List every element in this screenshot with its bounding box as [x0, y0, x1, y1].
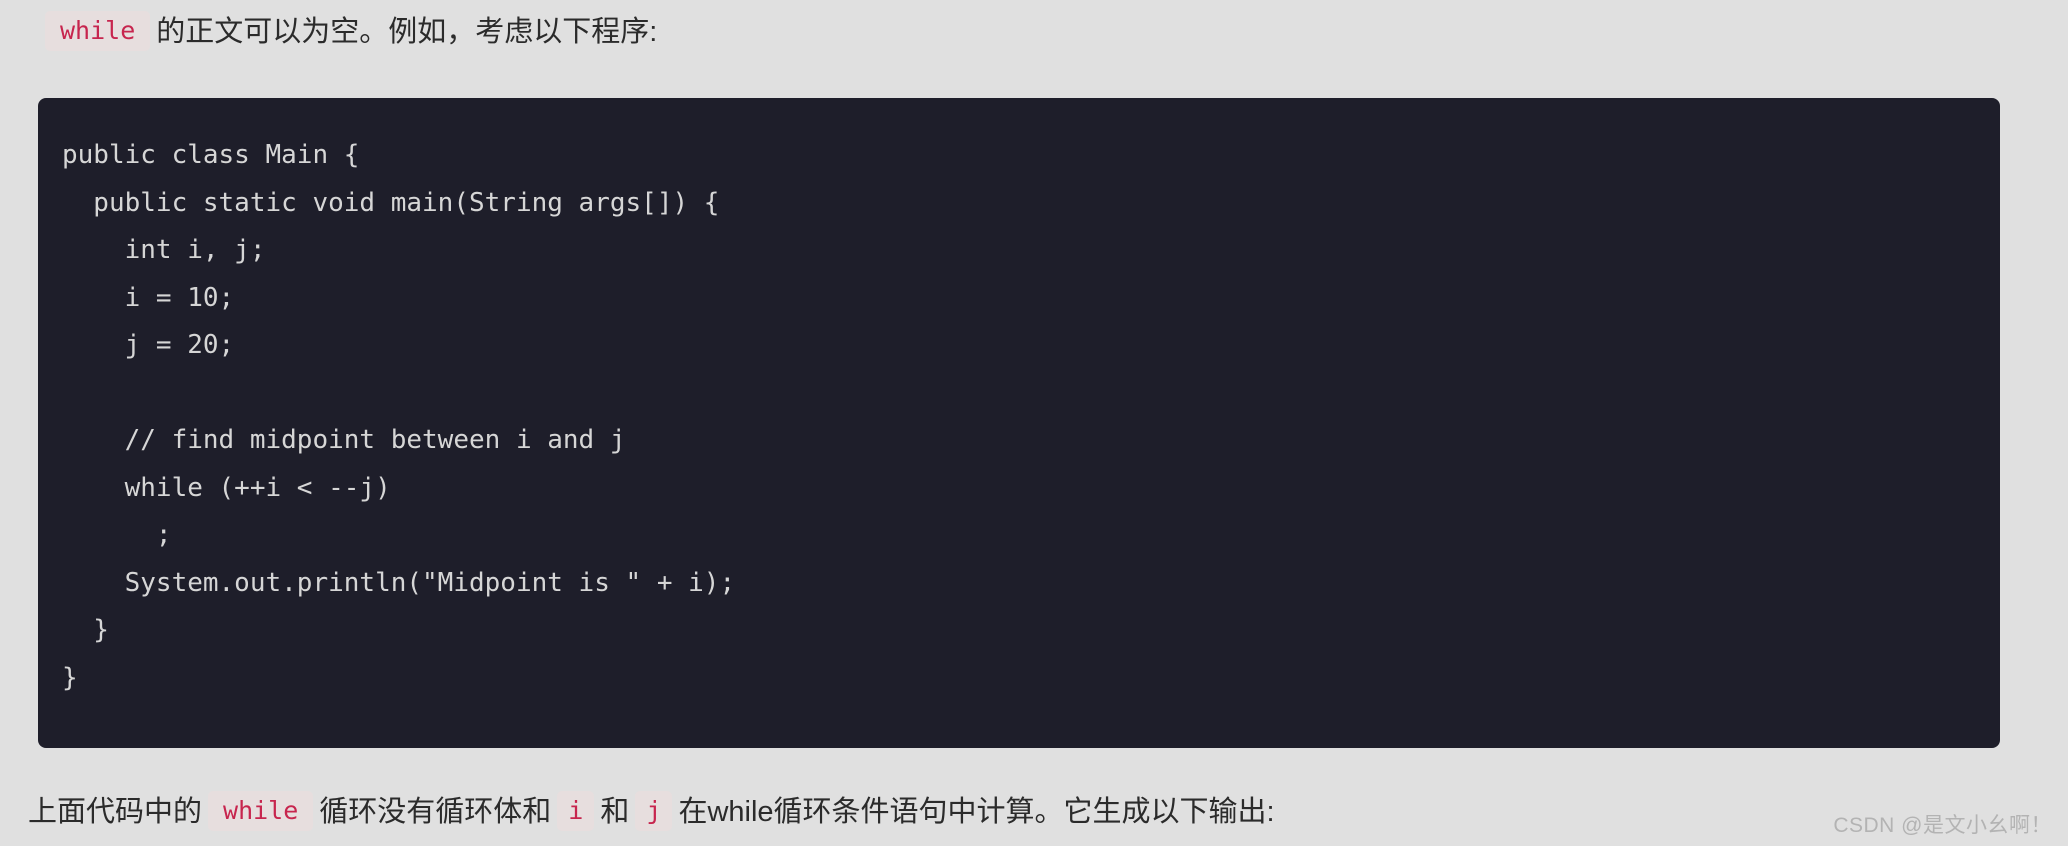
inline-code-i: i [557, 791, 595, 831]
inline-code-j: j [635, 791, 673, 831]
outro-text-segment-3: 和 [600, 796, 630, 828]
csdn-watermark: CSDN @是文小幺啊！ [1833, 814, 2052, 837]
intro-paragraph-text: 的正文可以为空。例如，考虑以下程序: [156, 16, 658, 48]
code-content: public class Main { public static void m… [62, 140, 736, 693]
outro-text-segment-1: 上面代码中的 [28, 796, 203, 828]
intro-paragraph: while 的正文可以为空。例如，考虑以下程序: [39, 11, 657, 53]
outro-text-segment-4: 在while循环条件语句中计算。它生成以下输出: [678, 796, 1275, 828]
outro-paragraph: 上面代码中的 while 循环没有循环体和 i 和 j 在while循环条件语句中计算。它生… [28, 791, 1275, 833]
inline-code-while-intro: while [45, 11, 151, 51]
inline-code-while-outro: while [208, 791, 314, 831]
code-block[interactable]: public class Main { public static void m… [38, 98, 2000, 748]
outro-text-segment-2: 循环没有循环体和 [319, 796, 552, 828]
